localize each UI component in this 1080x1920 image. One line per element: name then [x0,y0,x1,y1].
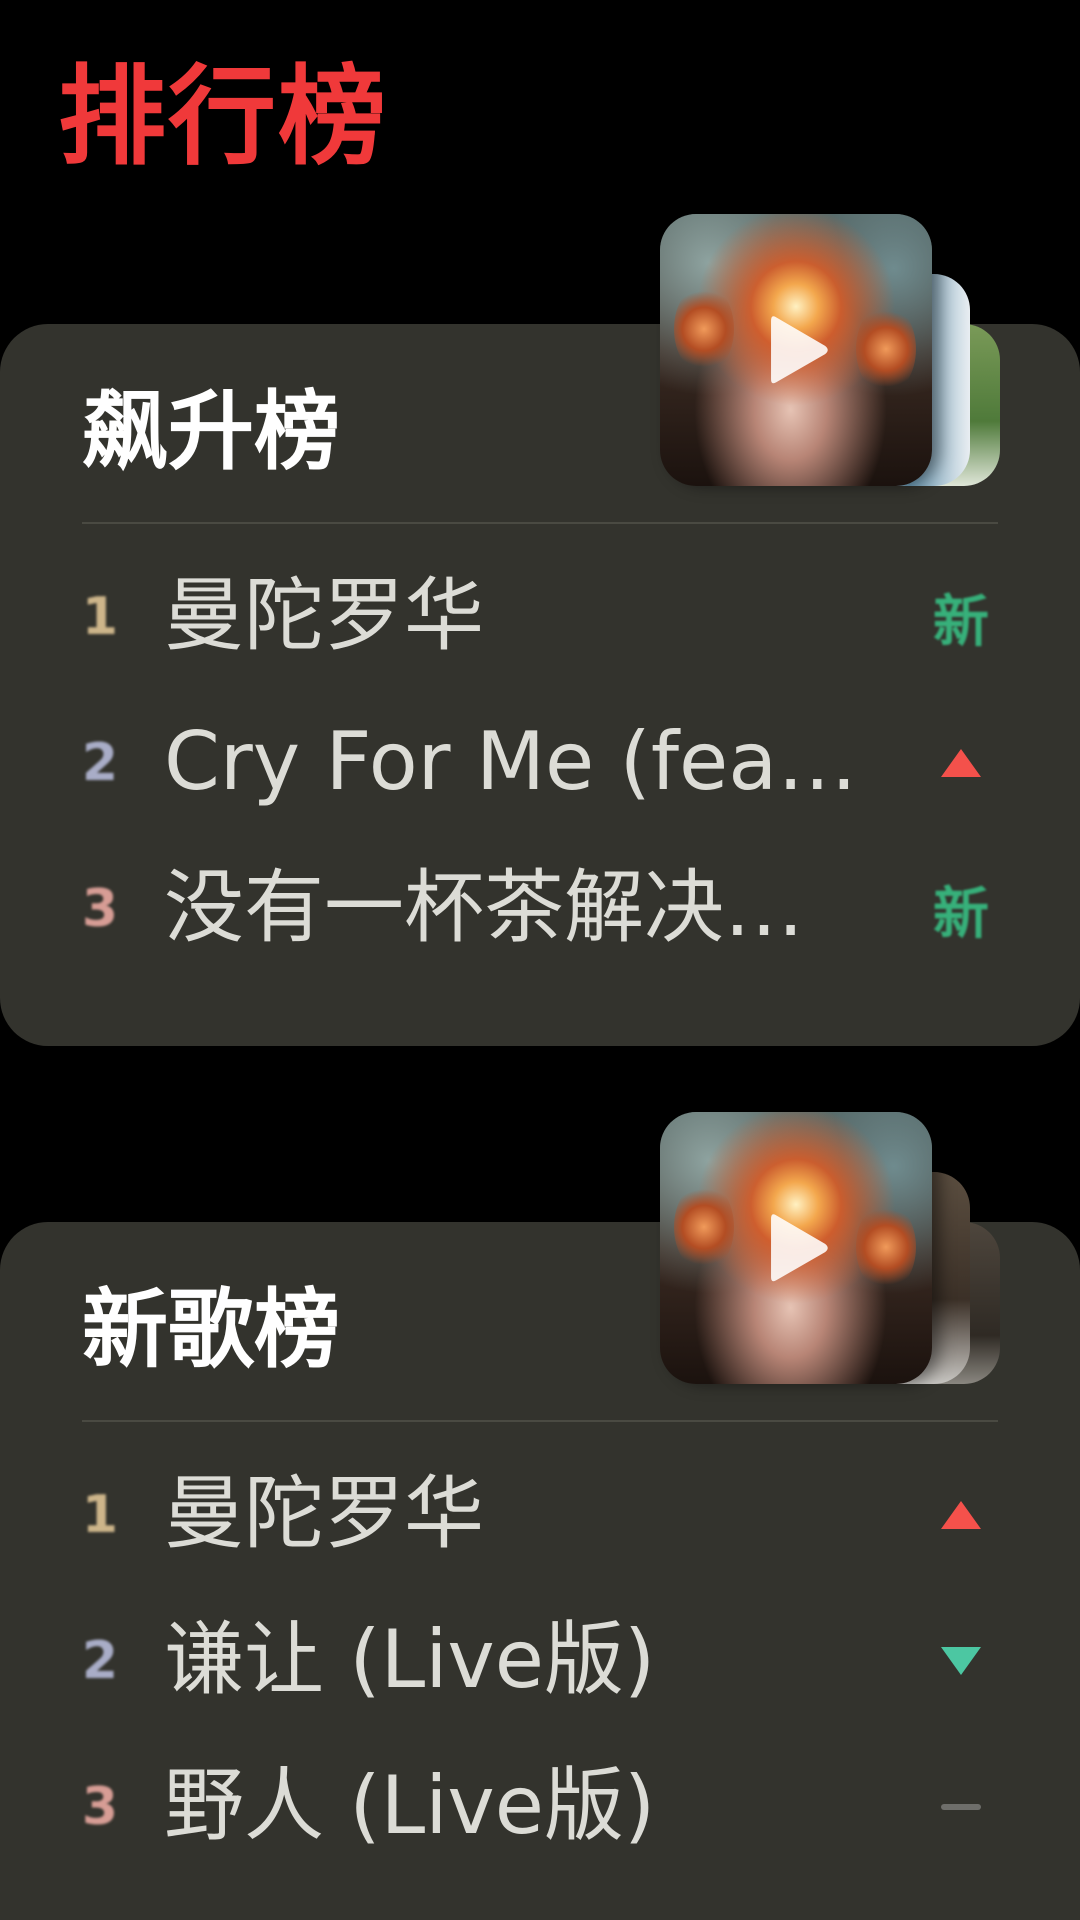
song-name: Cry For Me (feat.… [164,715,884,808]
rank-number: 1 [81,1485,119,1545]
song-name: 谦让 (Live版) [164,1613,656,1706]
song-name: 曼陀罗华 [164,1467,484,1560]
song-name: 曼陀罗华 [164,569,484,662]
album-cover [660,214,932,486]
ranking-page: 排行榜 飙升榜 1 曼陀罗华 新 2 Cry For Me (feat.… 3 … [0,0,1080,1920]
album-cover-stack[interactable] [660,1112,1000,1384]
trend-new-badge: 新 [933,589,989,655]
trend-up-icon [924,1472,998,1558]
trend-flat-icon [924,1764,998,1850]
play-icon[interactable] [744,1196,848,1300]
rank-number: 3 [81,879,119,939]
rank-number: 3 [81,1777,119,1837]
song-name: 野人 (Live版) [164,1759,656,1852]
album-cover-stack[interactable] [660,214,1000,486]
album-cover [660,1112,932,1384]
rank-number: 2 [81,1631,119,1691]
trend-up-icon [924,720,998,806]
rank-row[interactable]: 1 曼陀罗华 [0,1442,1080,1588]
rank-row[interactable]: 2 谦让 (Live版) [0,1588,1080,1734]
song-name: 没有一杯茶解决… [164,861,804,954]
trend-down-icon [924,1618,998,1704]
play-icon[interactable] [744,298,848,402]
rank-number: 1 [81,587,119,647]
rank-row[interactable]: 1 曼陀罗华 新 [0,544,1080,690]
rank-row[interactable]: 3 没有一杯茶解决… 新 [0,836,1080,982]
chart-title: 飙升榜 [82,382,340,482]
rank-number: 2 [81,733,119,793]
chart-title: 新歌榜 [82,1280,340,1380]
rank-row[interactable]: 3 野人 (Live版) [0,1734,1080,1880]
trend-new-badge: 新 [933,881,989,947]
divider [82,522,998,524]
rank-row[interactable]: 2 Cry For Me (feat.… [0,690,1080,836]
divider [82,1420,998,1422]
page-title: 排行榜 [58,55,389,180]
